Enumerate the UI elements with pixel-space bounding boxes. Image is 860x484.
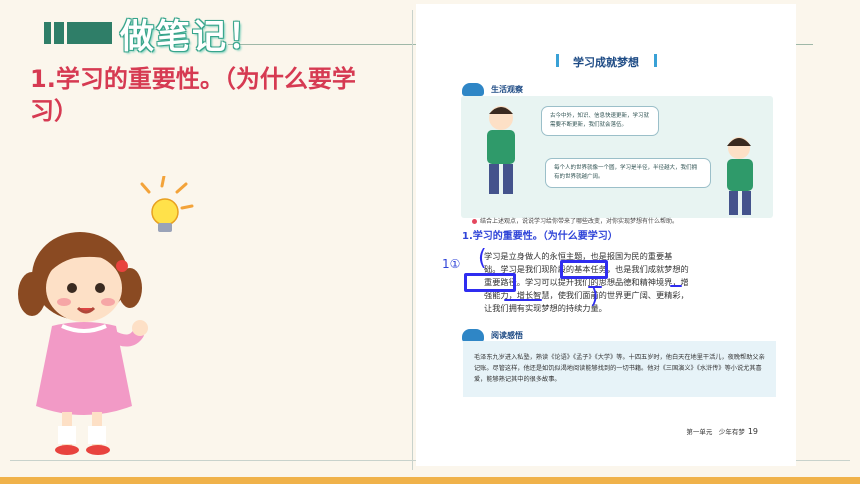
footer-unit: 第一单元 少年有梦: [686, 428, 745, 436]
reading-text: 毛泽东九岁进入私塾，熟读《论语》《孟子》《大学》等。十四五岁时，他白天在地里干活…: [474, 354, 765, 383]
footer-page-number: 19: [747, 427, 758, 436]
page-sub-heading: 1.学习的重要性。（为什么要学习）: [462, 231, 618, 242]
life-scene: 古今中外，知识、信息快速更新，学习就需要不断更新，我们就会落伍。 每个人的世界就…: [461, 96, 773, 218]
section-life-label: 生活观察: [491, 85, 523, 94]
page-footer: 第一单元 少年有梦 19: [686, 426, 758, 436]
banner-bar-icon: [44, 22, 51, 44]
question-text: 结合上述观点，说说学习给你带来了哪些改变，对你实现梦想有什么帮助。: [480, 218, 679, 225]
banner-bar-icon: [54, 22, 64, 44]
section-life-icon: [462, 83, 484, 96]
banner-bar-icon: [67, 22, 112, 44]
annotation-number: 1①: [442, 257, 461, 271]
ink-box-important-path: [464, 273, 516, 292]
frame-vertical-line: [412, 10, 413, 470]
textbook-page: 学习成就梦想 生活观察 古今中外，知识、信息快速更新，学习就需要不断更新，我们就…: [416, 4, 796, 466]
paragraph-line: 让我们拥有实现梦想的持续力量。: [484, 303, 607, 313]
ink-underline-mark: [670, 285, 682, 287]
ink-open-paren: (: [478, 246, 487, 271]
girl-illustration: [18, 176, 194, 455]
lightbulb-icon: [140, 176, 194, 232]
speech-bubble-1: 古今中外，知识、信息快速更新，学习就需要不断更新，我们就会落伍。: [541, 106, 659, 136]
bullet-icon: [472, 219, 477, 224]
bottom-stripe: [0, 477, 860, 484]
banner: 做笔记！: [44, 13, 264, 57]
slide-heading: 1.学习的重要性。（为什么要学习）: [30, 65, 356, 125]
question-line: 结合上述观点，说说学习给你带来了哪些改变，对你实现梦想有什么帮助。: [472, 216, 678, 225]
ink-close-paren: ): [590, 284, 599, 309]
textbook-title: 学习成就梦想: [573, 56, 639, 69]
speech-bubble-2: 每个人的世界就像一个圆，学习是半径，半径越大，我们拥有的世界就越广阔。: [545, 158, 711, 188]
banner-title: 做笔记！: [120, 16, 264, 57]
section-read-label: 阅读感悟: [491, 331, 523, 340]
ink-box-basic-task: [560, 260, 608, 279]
ink-underline-mark: [504, 299, 542, 301]
title-bar-right: [654, 54, 657, 67]
